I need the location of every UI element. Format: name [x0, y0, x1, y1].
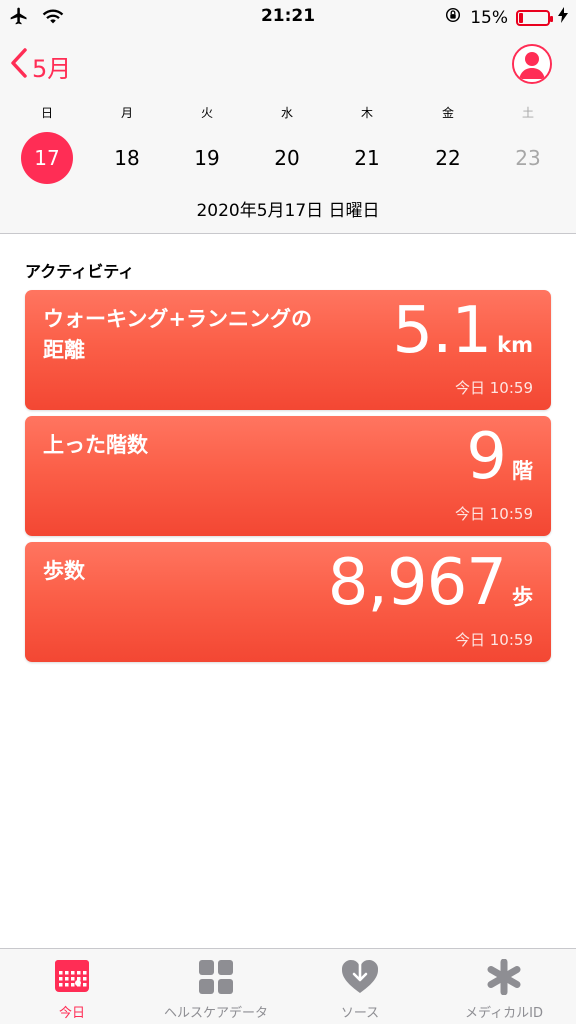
day-number: 18 [114, 146, 140, 170]
charging-icon [558, 7, 568, 28]
card-value-unit: 階 [512, 459, 533, 483]
card-value: 8,967 歩 [328, 546, 533, 620]
weekday-label: 木 [360, 106, 373, 120]
flights-climbed-card[interactable]: 上った階数 9 階今日 10:59 [25, 416, 551, 536]
section-title: アクティビティ [25, 262, 135, 281]
day-number: 22 [435, 146, 461, 170]
card-value-number: 8,967 [327, 546, 507, 620]
tab-medical-id[interactable]: メディカルID [432, 949, 576, 1024]
card-value-number: 5.1 [392, 294, 492, 368]
selected-date-label: 2020年5月17日 日曜日 [196, 201, 380, 221]
tab-label: 今日 [58, 1006, 85, 1021]
day-button[interactable]: 18 [87, 132, 167, 184]
card-label-line2: 距離 [43, 338, 85, 362]
weekday-label: 水 [280, 106, 293, 120]
tab-today[interactable]: 今日 [0, 949, 144, 1024]
calendar-icon [54, 959, 90, 997]
card-label-line1: 上った階数 [43, 433, 148, 457]
card-label-line1: ウォーキング+ランニングの [43, 307, 312, 331]
week-days: 17 18 19 20 21 22 23 [0, 132, 576, 184]
card-timestamp: 今日 10:59 [455, 505, 533, 523]
day-selected[interactable]: 17 [7, 132, 87, 184]
card-label: 上った階数 [43, 430, 403, 461]
weekday-label: 日 [40, 106, 53, 120]
grid-icon [198, 959, 234, 999]
card-value-number: 9 [466, 420, 507, 494]
profile-button[interactable] [512, 44, 552, 84]
day-button[interactable]: 23 [488, 132, 568, 184]
card-value-unit: 歩 [512, 585, 533, 609]
chevron-left-icon [10, 48, 28, 84]
weekday-labels: 日月火水木金土 [0, 104, 576, 120]
tab-sources[interactable]: ソース [288, 949, 432, 1024]
card-value: 5.1 km [392, 294, 533, 368]
weekday-label: 月 [120, 106, 133, 120]
card-timestamp: 今日 10:59 [455, 379, 533, 397]
weekday-label: 金 [441, 106, 454, 120]
tab-label: ソース [340, 1006, 380, 1021]
day-button[interactable]: 22 [408, 132, 488, 184]
heart-download-icon [341, 959, 379, 999]
tab-bar: 今日 ヘルスケアデータ ソース メディカルID [0, 948, 576, 1024]
day-number: 19 [194, 146, 220, 170]
tab-health-data[interactable]: ヘルスケアデータ [144, 949, 288, 1024]
back-button[interactable]: 5月 [10, 48, 71, 84]
day-number: 23 [515, 146, 541, 170]
back-button-label: 5月 [32, 54, 72, 83]
orientation-lock-icon [444, 6, 462, 29]
status-right: 15% [444, 6, 568, 29]
card-label: ウォーキング+ランニングの 距離 [43, 304, 403, 366]
weekday-label: 土 [521, 106, 534, 120]
date-header: 5月 日 月 火 水 木 金 土 17 18 19 20 21 22 23 2020年5月17日 日曜日 [0, 34, 576, 234]
status-bar: 21:21 15% [0, 0, 576, 34]
day-button[interactable]: 19 [167, 132, 247, 184]
battery-percent: 15% [470, 7, 508, 28]
day-number: 21 [354, 146, 380, 170]
card-value-unit: km [497, 333, 533, 357]
day-button[interactable]: 21 [327, 132, 407, 184]
day-number: 17 [21, 132, 73, 184]
profile-avatar-icon [514, 46, 550, 82]
battery-icon [516, 9, 553, 26]
walking-running-distance-card[interactable]: ウォーキング+ランニングの 距離 5.1 km 今日 10:59 [25, 290, 551, 410]
steps-card[interactable]: 歩数 8,967 歩今日 10:59 [25, 542, 551, 662]
day-number: 20 [274, 146, 300, 170]
card-timestamp: 今日 10:59 [455, 631, 533, 649]
tab-label: ヘルスケアデータ [163, 1006, 268, 1021]
asterisk-icon [486, 958, 522, 999]
weekday-label: 火 [200, 106, 213, 120]
day-button[interactable]: 20 [247, 132, 327, 184]
card-value: 9階 [466, 420, 533, 494]
tab-label: メディカルID [465, 1006, 543, 1021]
